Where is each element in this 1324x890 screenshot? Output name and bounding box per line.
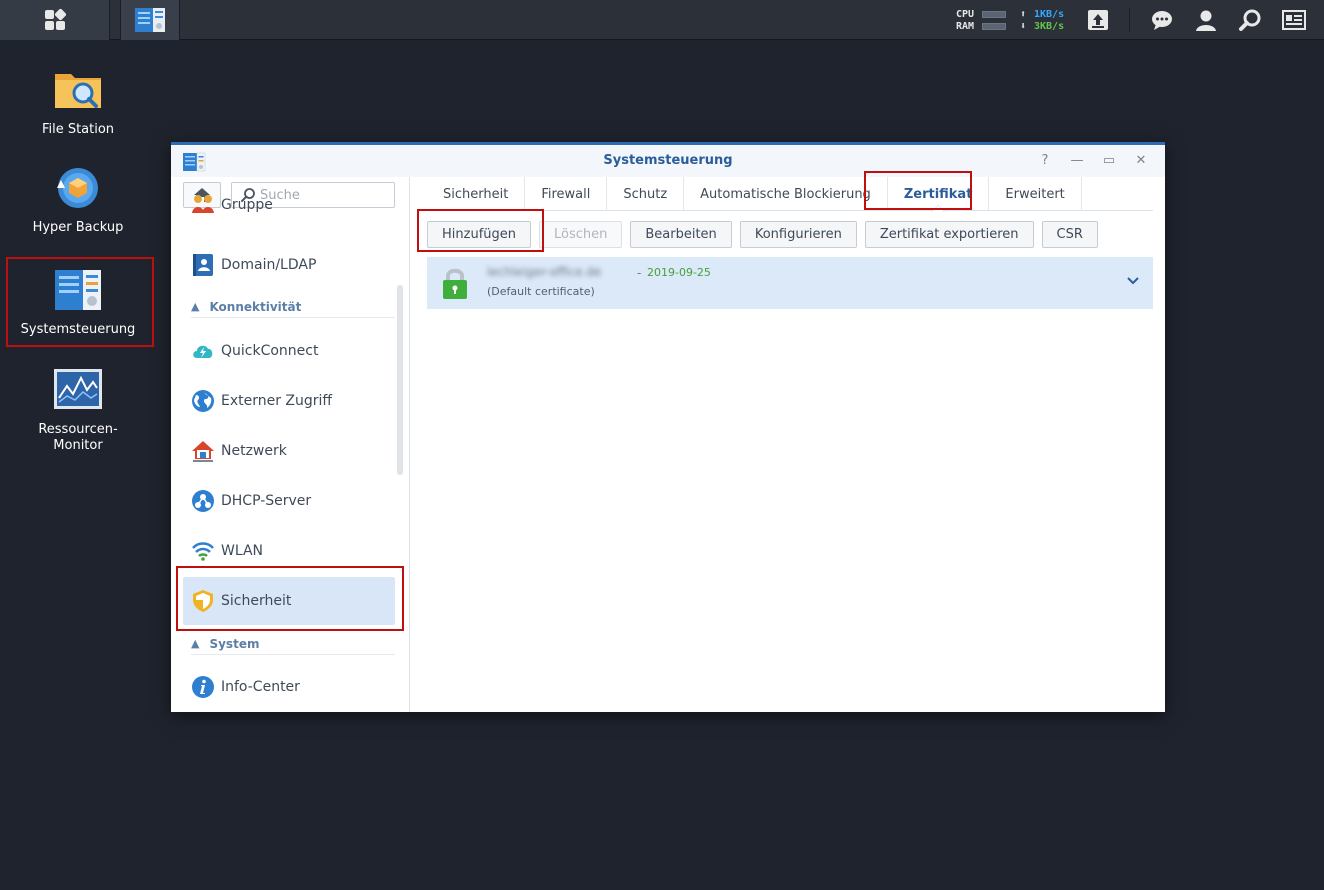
desktop-ressourcen-monitor[interactable]: Ressourcen- Monitor xyxy=(8,368,148,454)
sidebar-item-quickconnect[interactable]: QuickConnect xyxy=(183,327,395,375)
chat-icon[interactable] xyxy=(1150,8,1174,32)
sidebar-item-label: Externer Zugriff xyxy=(221,393,333,409)
sidebar-item-dhcp-server[interactable]: DHCP-Server xyxy=(183,477,395,525)
minimize-button[interactable]: — xyxy=(1069,153,1085,169)
sidebar-item-label: QuickConnect xyxy=(221,343,319,359)
control-panel-icon xyxy=(135,8,165,32)
certificate-date: 2019-09-25 xyxy=(647,266,711,279)
globe-icon xyxy=(192,390,214,412)
desktop-hyper-backup[interactable]: Hyper Backup xyxy=(8,166,148,236)
widgets-icon[interactable] xyxy=(1282,8,1306,32)
sidebar-item-gruppe[interactable]: Gruppe xyxy=(183,195,395,227)
add-button[interactable]: Hinzufügen xyxy=(427,221,531,248)
wifi-icon xyxy=(192,542,214,561)
monitor-chart-icon xyxy=(54,369,102,409)
taskbar-divider xyxy=(1129,8,1130,32)
sidebar-item-label: DHCP-Server xyxy=(221,493,312,509)
sidebar-item-label: Sicherheit xyxy=(221,593,292,609)
group-icon xyxy=(192,195,214,213)
csr-button[interactable]: CSR xyxy=(1041,221,1098,248)
taskbar-app-systemsteuerung[interactable] xyxy=(120,0,180,40)
desktop-label: Ressourcen- xyxy=(38,422,118,437)
certificate-name: lechleiger-office.de xyxy=(487,265,602,279)
download-arrow-icon: ⬇ xyxy=(1020,20,1027,32)
desktop-label: File Station xyxy=(41,122,115,137)
cpu-label: CPU xyxy=(956,8,975,20)
desktop-file-station[interactable]: File Station xyxy=(8,68,148,138)
configure-button[interactable]: Konfigurieren xyxy=(739,221,857,248)
tab-zertifikat[interactable]: Zertifikat xyxy=(888,177,990,212)
desktop-label: Monitor xyxy=(53,438,103,453)
main-content: Sicherheit Firewall Schutz Automatische … xyxy=(411,177,1165,712)
delete-button[interactable]: Löschen xyxy=(539,221,623,248)
control-panel-icon xyxy=(55,270,101,310)
ram-label: RAM xyxy=(956,20,975,32)
chevron-down-icon[interactable] xyxy=(1125,273,1141,289)
section-system[interactable]: ▲ System xyxy=(191,633,395,655)
control-panel-window: Systemsteuerung ? — ▭ ✕ Suche Gruppe Dom… xyxy=(171,142,1165,712)
sidebar-item-netzwerk[interactable]: Netzwerk xyxy=(183,427,395,475)
close-button[interactable]: ✕ xyxy=(1133,153,1149,169)
lock-icon xyxy=(443,268,467,299)
section-label: Konnektivität xyxy=(209,299,302,314)
main-menu-button[interactable] xyxy=(0,0,110,40)
window-title: Systemsteuerung xyxy=(603,153,733,168)
tab-bar: Sicherheit Firewall Schutz Automatische … xyxy=(427,177,1153,212)
toolbar: Hinzufügen Löschen Bearbeiten Konfigurie… xyxy=(427,221,1106,249)
sidebar-item-label: Netzwerk xyxy=(221,443,287,459)
sidebar-item-externer-zugriff[interactable]: Externer Zugriff xyxy=(183,377,395,425)
sidebar-item-label: WLAN xyxy=(221,543,264,559)
section-label: System xyxy=(209,636,260,651)
dhcp-icon xyxy=(192,490,214,512)
resource-stats[interactable]: CPU ⬆ 1KB/s RAM ⬇ 3KB/s xyxy=(956,8,1076,32)
directory-icon xyxy=(193,254,213,276)
upload-arrow-icon: ⬆ xyxy=(1020,8,1027,20)
desktop-systemsteuerung[interactable]: Systemsteuerung xyxy=(8,268,148,338)
sidebar-scrollbar[interactable] xyxy=(397,285,403,475)
certificate-row[interactable]: lechleiger-office.de - 2019-09-25 (Defau… xyxy=(427,257,1153,309)
sidebar-item-label: Gruppe xyxy=(221,197,273,213)
network-house-icon xyxy=(192,441,214,462)
desktop-label: Hyper Backup xyxy=(32,220,124,235)
search-icon[interactable] xyxy=(1238,8,1262,32)
chevron-up-icon: ▲ xyxy=(191,300,200,313)
tab-schutz[interactable]: Schutz xyxy=(607,177,685,211)
sidebar-item-wlan[interactable]: WLAN xyxy=(183,527,395,575)
tab-erweitert[interactable]: Erweitert xyxy=(989,177,1082,211)
certificate-separator: - xyxy=(637,266,642,280)
shield-icon xyxy=(193,590,213,612)
section-konnektivitaet[interactable]: ▲ Konnektivität xyxy=(191,296,395,318)
maximize-button[interactable]: ▭ xyxy=(1101,153,1117,169)
help-button[interactable]: ? xyxy=(1037,153,1053,169)
grid-icon xyxy=(44,8,66,30)
upload-rate: 1KB/s xyxy=(1034,8,1065,20)
tab-sicherheit[interactable]: Sicherheit xyxy=(427,177,526,211)
sidebar-item-domain-ldap[interactable]: Domain/LDAP xyxy=(183,241,395,289)
sidebar-item-label: Info-Center xyxy=(221,679,300,695)
window-titlebar[interactable]: Systemsteuerung ? — ▭ ✕ xyxy=(171,145,1165,177)
upload-icon[interactable] xyxy=(1086,8,1110,32)
chevron-up-icon: ▲ xyxy=(191,637,200,650)
sidebar-item-info-center[interactable]: Info-Center xyxy=(183,663,395,711)
user-icon[interactable] xyxy=(1194,8,1218,32)
cpu-bar xyxy=(982,10,1006,18)
desktop-label: Systemsteuerung xyxy=(20,322,136,337)
tab-firewall[interactable]: Firewall xyxy=(525,177,608,211)
sidebar-item-sicherheit[interactable]: Sicherheit xyxy=(183,577,395,625)
taskbar: CPU ⬆ 1KB/s RAM ⬇ 3KB/s xyxy=(0,0,1324,40)
backup-icon xyxy=(57,168,98,208)
edit-button[interactable]: Bearbeiten xyxy=(630,221,732,248)
sidebar: Gruppe Domain/LDAP ▲ Konnektivität Quick… xyxy=(171,177,410,712)
export-certificate-button[interactable]: Zertifikat exportieren xyxy=(864,221,1034,248)
sidebar-item-label: Domain/LDAP xyxy=(221,257,317,273)
download-rate: 3KB/s xyxy=(1034,20,1065,32)
folder-search-icon xyxy=(55,74,101,108)
tab-automatische-blockierung[interactable]: Automatische Blockierung xyxy=(684,177,888,211)
certificate-description: (Default certificate) xyxy=(487,285,595,298)
ram-bar xyxy=(982,22,1006,30)
info-icon xyxy=(192,676,214,698)
cloud-bolt-icon xyxy=(193,345,213,358)
